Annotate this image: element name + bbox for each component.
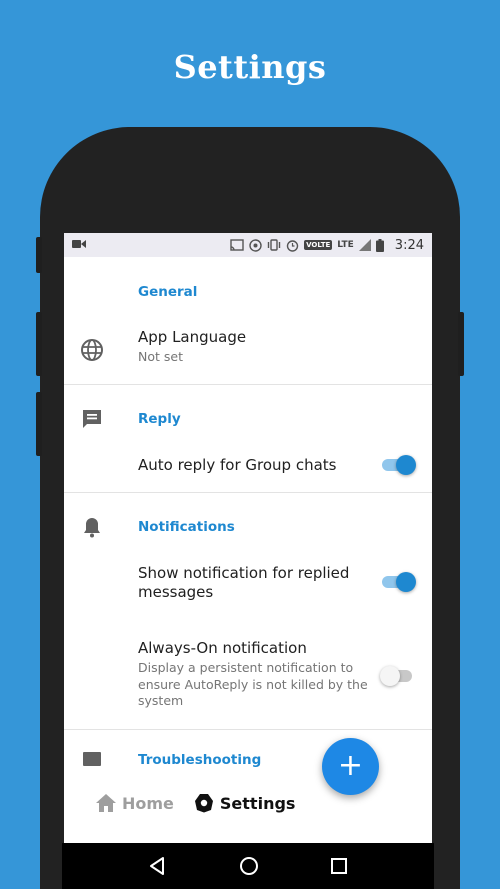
vibrate-icon: [267, 239, 281, 251]
back-icon[interactable]: [148, 856, 168, 876]
cast-icon: [230, 239, 244, 251]
replied-notification-setting[interactable]: Show notification for replied messages: [64, 564, 432, 602]
phone-side-button: [36, 237, 42, 273]
lte-indicator: LTE: [337, 240, 354, 250]
nav-home-label: Home: [122, 793, 174, 813]
reply-header: Reply: [138, 411, 181, 427]
troubleshooting-header: Troubleshooting: [138, 752, 262, 768]
always-on-notification-setting[interactable]: Always-On notification Display a persist…: [64, 639, 432, 710]
add-fab-button[interactable]: +: [322, 738, 379, 795]
video-camera-icon: [72, 240, 86, 248]
phone-side-button: [458, 312, 464, 376]
toggle-thumb: [396, 572, 416, 592]
alarm-icon: [286, 239, 299, 252]
always-on-description: Display a persistent notification to ens…: [138, 660, 368, 708]
home-icon: [96, 794, 116, 812]
general-section: General App Language Not set: [64, 257, 432, 385]
toggle-thumb: [380, 666, 400, 686]
replied-notification-toggle[interactable]: [380, 572, 416, 592]
always-on-title: Always-On notification: [138, 639, 307, 657]
hotspot-icon: [249, 238, 262, 252]
status-bar: VOLTE LTE 3:24: [64, 233, 432, 257]
nav-settings[interactable]: Settings: [194, 793, 296, 813]
replied-notification-title: Show notification for replied messages: [138, 564, 350, 601]
group-chats-toggle[interactable]: [380, 455, 416, 475]
reply-section: Reply Auto reply for Group chats: [64, 385, 432, 493]
home-circle-icon[interactable]: [239, 856, 259, 876]
recents-icon[interactable]: [330, 857, 348, 875]
nav-settings-label: Settings: [219, 793, 296, 813]
volte-badge: VOLTE: [304, 240, 333, 250]
always-on-toggle[interactable]: [380, 666, 416, 686]
settings-gear-icon: [194, 794, 213, 813]
system-navigation-bar: [62, 843, 434, 889]
app-language-value: Not set: [138, 349, 183, 364]
group-chats-setting[interactable]: Auto reply for Group chats: [64, 455, 432, 475]
nav-home[interactable]: Home: [96, 794, 174, 813]
phone-side-button: [36, 312, 42, 376]
page-title: Settings: [173, 48, 327, 86]
toggle-thumb: [396, 455, 416, 475]
status-time: 3:24: [394, 237, 424, 253]
phone-screen: VOLTE LTE 3:24 General App Language Not …: [64, 233, 432, 843]
notifications-header: Notifications: [138, 519, 235, 535]
app-language-title: App Language: [138, 328, 247, 346]
notifications-section: Notifications Show notification for repl…: [64, 493, 432, 730]
globe-icon: [81, 339, 103, 361]
group-chats-title: Auto reply for Group chats: [138, 456, 337, 474]
bottom-navigation: Home Settings: [64, 773, 432, 833]
battery-icon: [375, 238, 384, 252]
signal-icon: [358, 239, 371, 251]
app-language-setting[interactable]: App Language Not set: [64, 328, 432, 366]
general-header: General: [138, 284, 198, 300]
phone-side-button: [36, 392, 42, 456]
